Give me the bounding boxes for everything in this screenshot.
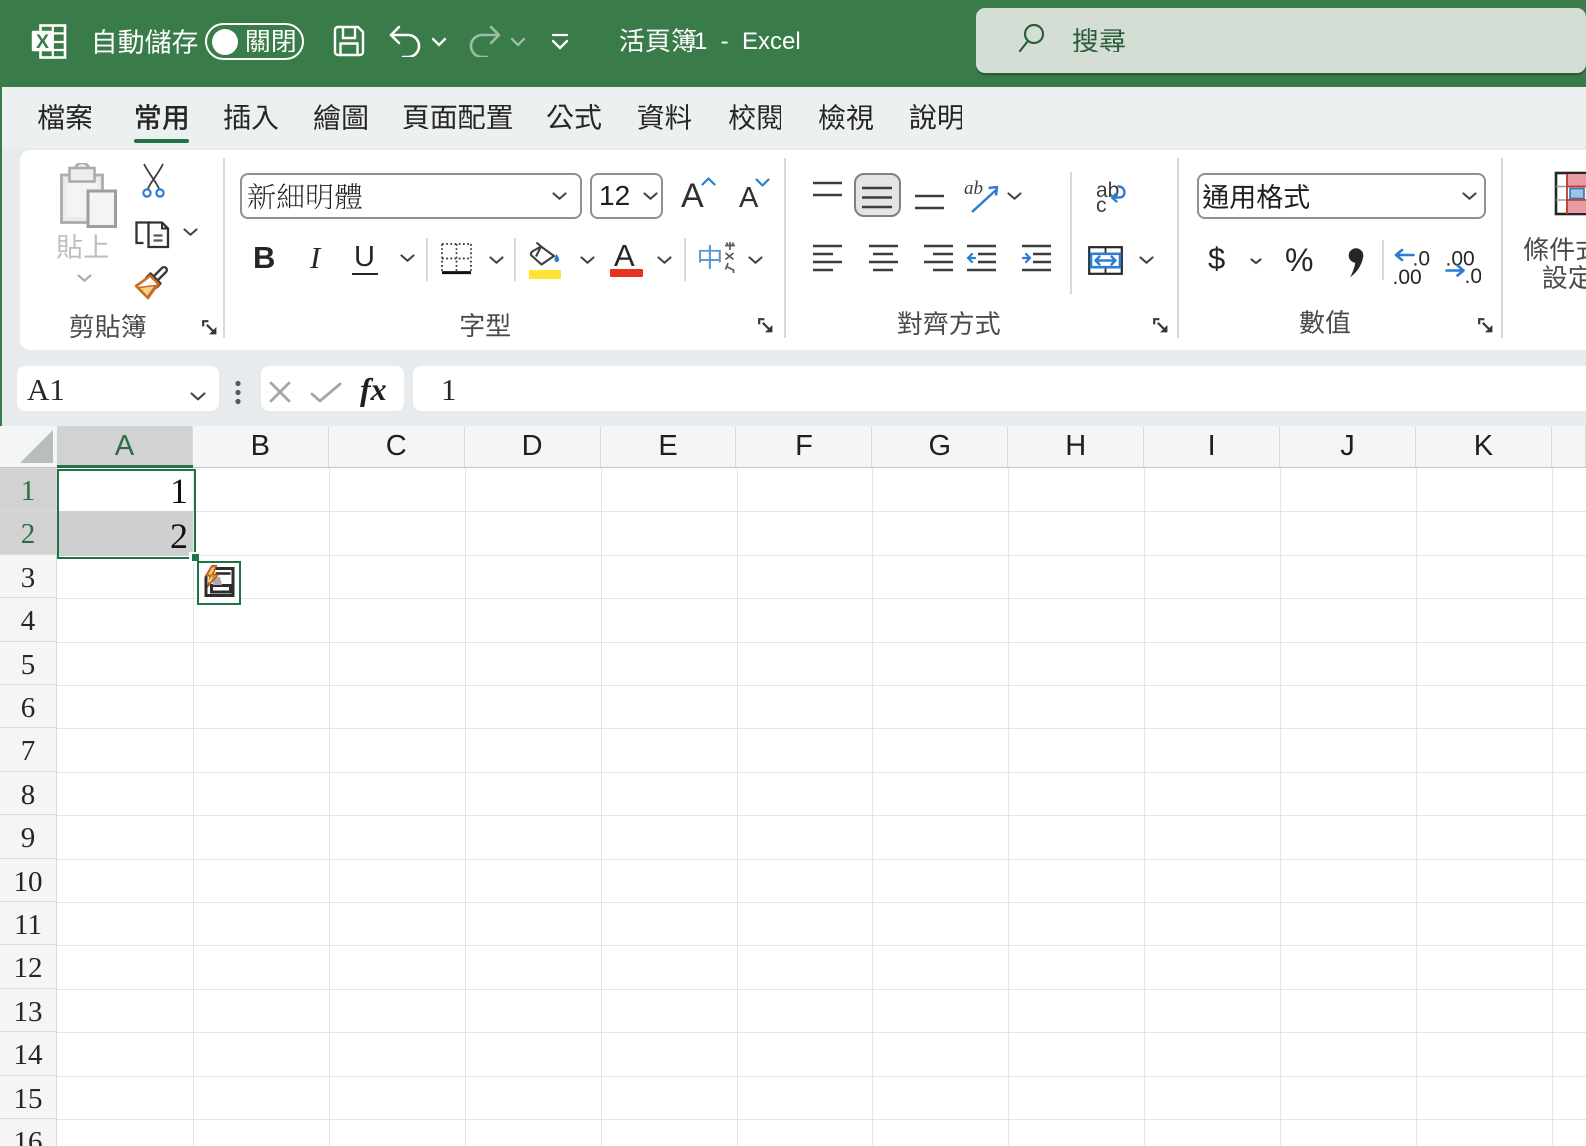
svg-text:X: X — [36, 31, 49, 53]
svg-text:.00: .00 — [1393, 266, 1422, 286]
svg-text:.0: .0 — [1465, 265, 1482, 286]
svg-text:c: c — [1096, 194, 1107, 214]
svg-text:ab: ab — [964, 179, 983, 199]
